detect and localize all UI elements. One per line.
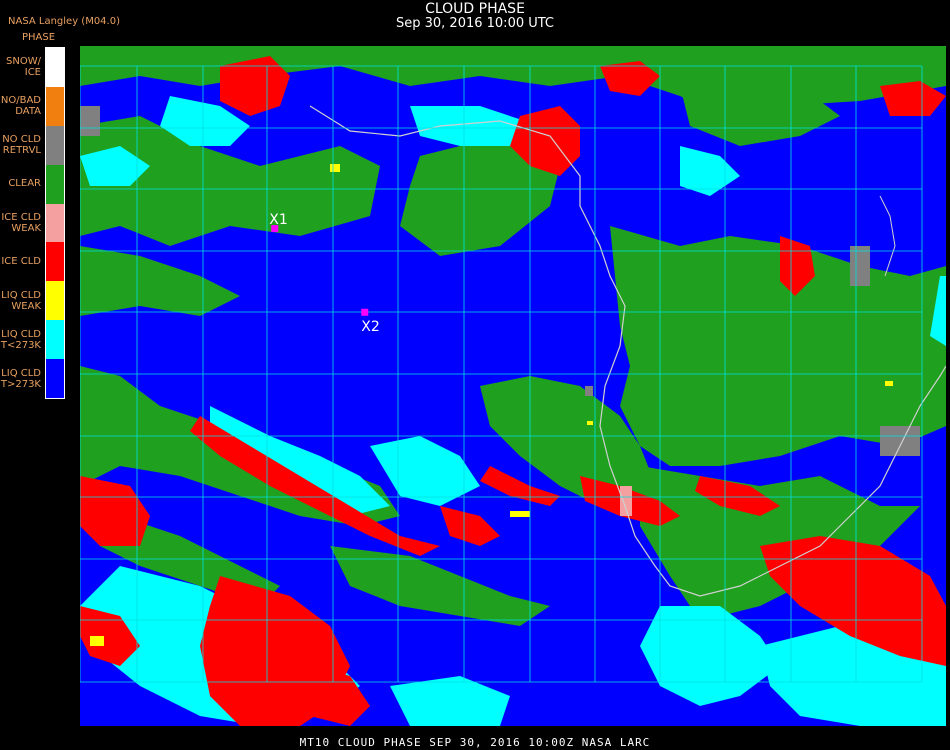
map-canvas: X1 X2 [80, 46, 946, 726]
legend-item-label: NO CLD RETRVL [0, 134, 41, 156]
legend-label-line2: DATA [15, 105, 41, 117]
legend-label-line1: LIQ CLD [1, 368, 41, 380]
marker-label: X2 [361, 319, 380, 335]
legend-swatch [46, 320, 64, 360]
marker-point [361, 308, 369, 316]
legend-item-label: LIQ CLD T>273K [0, 368, 41, 390]
legend-label-line2: RETRVL [2, 144, 41, 156]
legend-label-line1: CLEAR [8, 177, 41, 189]
legend-swatch [46, 48, 64, 87]
legend-label-line2: ICE [24, 66, 41, 78]
legend-item-label: CLEAR [0, 178, 41, 189]
legend-label-line2: T>273K [0, 379, 41, 391]
legend-swatch [46, 281, 64, 321]
legend-label-line2: T<273K [0, 340, 41, 352]
legend-swatch [46, 242, 64, 282]
legend-item-label: SNOW/ICE [0, 56, 41, 78]
legend-swatch [46, 359, 64, 399]
legend-label-line1: ICE CLD [1, 212, 41, 223]
cloud-phase-map: X1 X2 [80, 46, 946, 726]
legend-label-line1: SNOW/ [6, 55, 41, 67]
legend-label-line1: LIQ CLD [1, 329, 41, 341]
legend-label-line1: LIQ CLD [1, 290, 41, 302]
map-title: CLOUD PHASE [425, 1, 525, 17]
legend-label-line1: ICE CLD [1, 256, 41, 268]
footer-caption: MT10 CLOUD PHASE SEP 30, 2016 10:00Z NAS… [299, 736, 651, 749]
legend-label-line1: NO CLD [2, 133, 41, 145]
legend-label-line1: NO/BAD [0, 94, 41, 106]
legend-item-label: LIQ CLD T<273K [0, 329, 41, 351]
legend-label-line2: WEAK [11, 301, 41, 313]
legend-item-label: ICE CLD WEAK [0, 212, 41, 234]
legend-item-label: LIQ CLD WEAK [0, 290, 41, 312]
legend-colorbar [45, 47, 65, 399]
legend-swatch [46, 125, 64, 165]
legend-item-label: ICE CLD [0, 256, 41, 267]
legend-swatch [46, 164, 64, 204]
legend-item-label: NO/BAD DATA [0, 95, 41, 117]
legend-label-line2: WEAK [11, 223, 41, 234]
provider-label: NASA Langley (M04.0) [8, 16, 120, 27]
marker-label: X1 [269, 212, 288, 228]
legend-title: PHASE [22, 32, 56, 43]
legend-swatch [46, 203, 64, 243]
map-subtitle: Sep 30, 2016 10:00 UTC [395, 16, 555, 31]
legend-swatch [46, 86, 64, 126]
